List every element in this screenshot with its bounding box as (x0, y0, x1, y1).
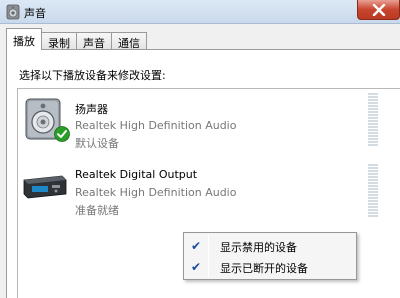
check-icon: ✔ (191, 239, 202, 253)
volume-meter (368, 93, 378, 147)
window-title: 声音 (24, 7, 46, 20)
volume-meter (368, 164, 378, 218)
close-icon (372, 4, 386, 16)
device-description: Realtek High Definition Audio (75, 186, 237, 199)
speaker-icon (5, 4, 21, 20)
device-item-digital-output[interactable]: Realtek Digital Output Realtek High Defi… (18, 160, 400, 222)
device-description: Realtek High Definition Audio (75, 119, 237, 132)
tab-strip: 播放 录制 声音 通信 (6, 28, 147, 50)
tab-recording[interactable]: 录制 (41, 32, 77, 50)
device-name: Realtek Digital Output (75, 168, 198, 181)
context-menu: ✔ 显示禁用的设备 ✔ 显示已断开的设备 (183, 232, 357, 280)
default-check-icon (54, 126, 70, 145)
tab-sounds[interactable]: 声音 (76, 32, 112, 50)
device-status: 准备就绪 (75, 204, 119, 217)
menu-item-label: 显示已断开的设备 (220, 262, 308, 275)
menu-item-show-disconnected[interactable]: ✔ 显示已断开的设备 (186, 257, 354, 277)
digital-output-icon (22, 170, 68, 205)
tab-playback[interactable]: 播放 (6, 28, 42, 50)
device-item-speakers[interactable]: 扬声器 Realtek High Definition Audio 默认设备 (18, 93, 400, 155)
device-status: 默认设备 (75, 137, 119, 150)
title-bar: 声音 (0, 0, 400, 24)
close-button[interactable] (357, 0, 400, 20)
check-icon: ✔ (191, 260, 202, 274)
menu-item-label: 显示禁用的设备 (220, 241, 297, 254)
panel-instruction: 选择以下播放设备来修改设置: (19, 69, 166, 82)
tab-communications[interactable]: 通信 (111, 32, 147, 50)
device-name: 扬声器 (75, 103, 108, 116)
menu-item-show-disabled[interactable]: ✔ 显示禁用的设备 (186, 236, 354, 256)
